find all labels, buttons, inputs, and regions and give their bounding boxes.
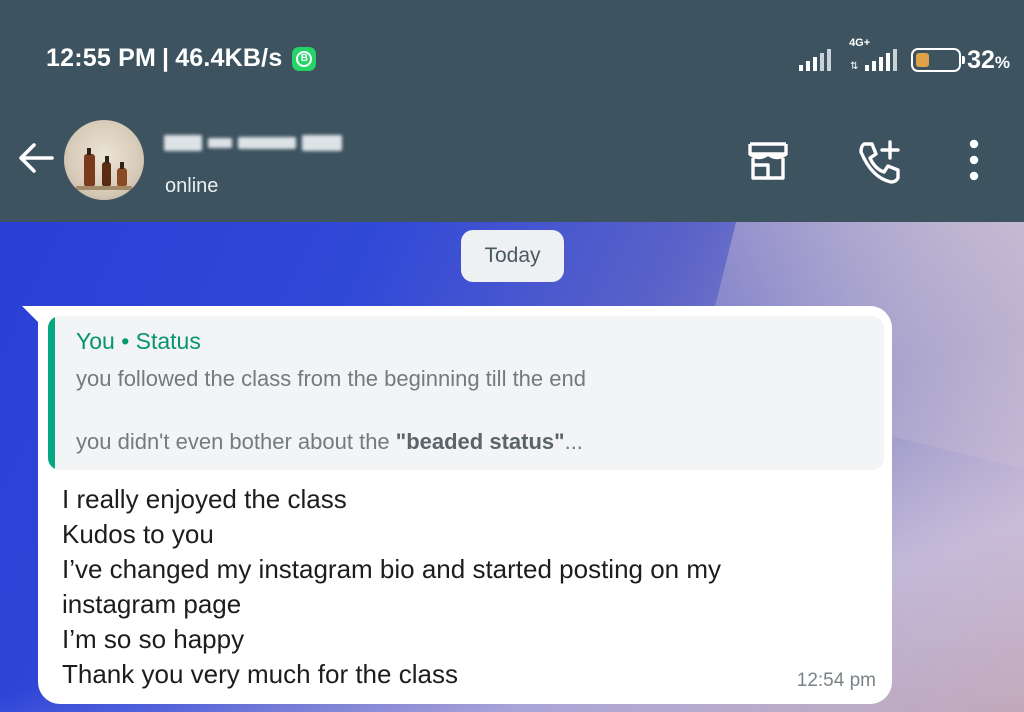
battery-fill [916,53,929,67]
redaction-block [208,138,232,148]
status-separator: | [162,44,170,72]
quote-text-line: you didn't even bother about the "beaded… [76,429,583,455]
signal-sim1-icon [799,49,832,71]
avatar-shelf [76,186,132,190]
quote-text-line: you followed the class from the beginnin… [76,366,586,391]
back-arrow-icon[interactable] [16,138,56,178]
contact-avatar[interactable] [64,120,144,200]
status-right: 4G+ ⇅ 32% [799,37,1010,80]
message-timestamp: 12:54 pm [796,670,876,691]
network-speed: 46.4KB/s [175,44,283,72]
quoted-status-reply[interactable]: You • Status you followed the class from… [48,316,884,470]
avatar-bottle [102,156,111,186]
message-line: Thank you very much for the class [62,659,458,689]
avatar-bottle [84,148,95,186]
avatar-bottle [117,162,127,186]
message-line: I’m so so happy [62,624,245,654]
message-text: I really enjoyed the class Kudos to you … [62,482,862,692]
quote-text-suffix: ... [564,429,583,454]
data-transfer-icon: ⇅ [850,61,859,72]
message-line: Kudos to you [62,519,214,549]
battery-percent-unit: % [994,52,1010,72]
message-bubble[interactable]: You • Status you followed the class from… [38,306,892,704]
battery-icon [911,48,966,72]
network-type-label: 4G+ [849,37,871,49]
whatsapp-business-icon: B [292,46,317,71]
redaction-block [238,137,296,149]
quote-text-prefix: you didn't even bother about the [76,429,396,454]
quote-accent-bar [48,316,55,470]
signal-sim2-icon: 4G+ ⇅ [849,37,898,72]
contact-name-redacted[interactable] [164,126,368,160]
chat-area[interactable]: Today You • Status you followed the clas… [0,222,1024,712]
battery-percent-value: 32 [967,45,995,74]
app-header: 12:55 PM | 46.4KB/s B 4G+ ⇅ 32% online [0,0,1024,222]
add-call-icon[interactable] [856,138,904,186]
more-vert-icon[interactable] [962,138,986,182]
message-line: I’ve changed my instagram bio and starte… [62,554,722,584]
date-chip: Today [461,230,564,282]
whatsapp-business-letter: B [296,50,313,67]
quote-text-bold: "beaded status" [395,429,565,454]
contact-online-status: online [165,175,219,197]
status-left: 12:55 PM | 46.4KB/s B [46,44,317,73]
message-line: instagram page [62,589,242,619]
redaction-block [164,135,202,151]
quote-title: You • Status [76,328,201,354]
status-bar: 12:55 PM | 46.4KB/s B 4G+ ⇅ 32% [0,0,1024,110]
redaction-block [302,135,342,151]
storefront-icon[interactable] [746,138,790,182]
status-time: 12:55 PM [46,44,156,72]
battery-percent: 32% [967,46,1010,75]
message-line: I really enjoyed the class [62,484,347,514]
